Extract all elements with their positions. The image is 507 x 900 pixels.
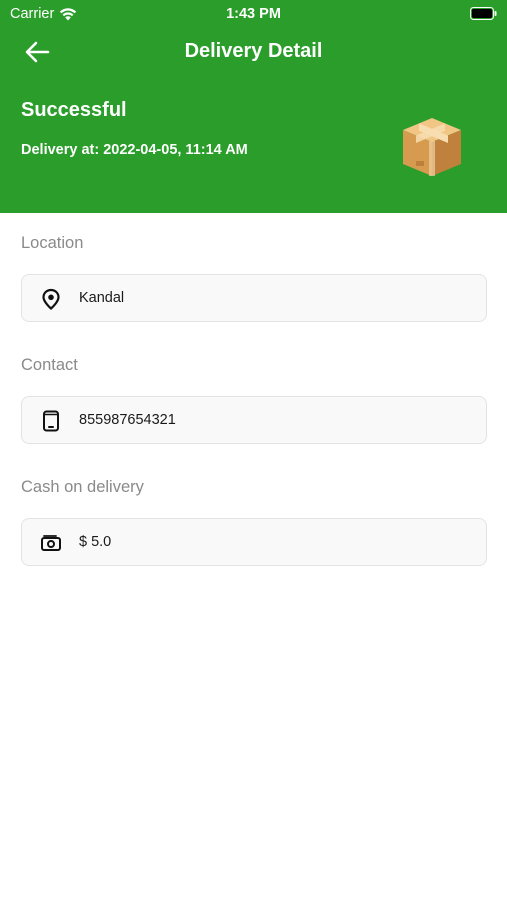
page-title: Delivery Detail — [184, 40, 323, 62]
location-label: Location — [21, 234, 84, 252]
package-box-icon — [403, 118, 461, 176]
delivery-status: Successful — [21, 99, 127, 121]
delivery-timestamp: Delivery at: 2022-04-05, 11:14 AM — [21, 142, 248, 158]
status-bar: Carrier 1:43 PM — [0, 0, 507, 28]
location-field: Kandal — [21, 274, 487, 322]
status-time: 1:43 PM — [226, 6, 281, 22]
cod-value: $ 5.0 — [79, 534, 112, 550]
phone-icon — [43, 410, 59, 432]
cod-label: Cash on delivery — [21, 478, 144, 496]
navigation-bar: Delivery Detail — [0, 30, 507, 74]
header-banner: Carrier 1:43 PM Delivery Detail Successf… — [0, 0, 507, 213]
location-value: Kandal — [79, 290, 125, 306]
location-pin-icon — [42, 288, 60, 310]
cod-field: $ 5.0 — [21, 518, 487, 566]
battery-icon — [470, 7, 497, 20]
cash-icon — [41, 535, 61, 551]
contact-label: Contact — [21, 356, 78, 374]
contact-value: 855987654321 — [79, 412, 176, 428]
contact-field: 855987654321 — [21, 396, 487, 444]
